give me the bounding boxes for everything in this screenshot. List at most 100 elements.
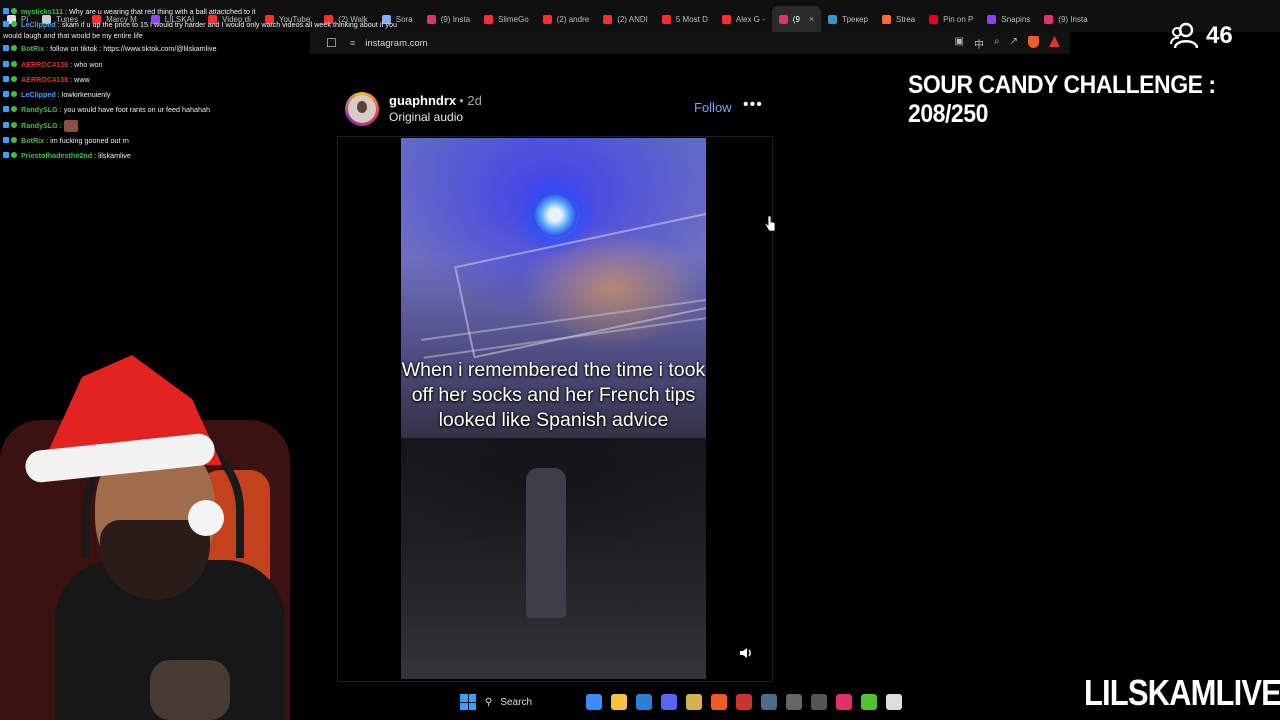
share-icon[interactable]: ↗ <box>1010 36 1018 51</box>
brave-shields-icon[interactable] <box>1028 36 1039 48</box>
browser-tab[interactable]: SlimeGo <box>477 6 536 32</box>
chat-badge-icon <box>3 87 21 102</box>
chat-text: skam if u up the price to 15 I would try… <box>3 20 397 41</box>
browser-tab-label: (9 <box>792 14 800 24</box>
mute-toggle-icon[interactable] <box>737 646 755 662</box>
chat-username[interactable]: BotRix <box>21 136 44 145</box>
browser-tab-label: (2) ANDI <box>617 14 648 24</box>
chat-username[interactable]: LeClipped <box>21 20 56 29</box>
zoom-icon[interactable]: ⌕ <box>994 36 1000 51</box>
browser-tab-label: Трекер <box>842 14 868 24</box>
chat-username[interactable]: RandySLG <box>21 105 58 114</box>
instagram-icon <box>778 14 788 24</box>
browser-tab[interactable]: (9 × <box>771 6 822 32</box>
browser-tab[interactable]: Strea <box>875 6 922 32</box>
browser-tab[interactable]: 5 Most D <box>655 6 715 32</box>
chat-message: AERROC4138 : who won <box>3 57 423 72</box>
chat-username[interactable]: Priestofhadesthe2nd <box>21 151 92 160</box>
youtube-icon <box>661 14 671 24</box>
chat-text: www <box>74 74 90 84</box>
chat-badge-icon <box>3 148 21 163</box>
youtube-icon <box>484 14 494 24</box>
chat-badge-icon <box>3 72 21 87</box>
browser-tab[interactable]: Alex G - <box>715 6 772 32</box>
chat-badge-icon <box>3 133 21 148</box>
search-icon: ⚲ <box>485 696 493 708</box>
4k-icon[interactable] <box>811 694 827 710</box>
chat-username[interactable]: AERROC4138 <box>21 75 68 84</box>
browser-tab[interactable]: (9) Insta <box>1037 6 1094 32</box>
reel-video[interactable]: When i remembered the time i took off he… <box>401 138 706 679</box>
chat-username[interactable]: LeClipped <box>21 90 56 99</box>
more-options-icon[interactable]: ••• <box>743 96 763 114</box>
post-age: • 2d <box>459 93 482 108</box>
shield-icon[interactable] <box>686 694 702 710</box>
close-tab-icon[interactable]: × <box>809 14 814 24</box>
address-bar[interactable]: ☐ ≡ instagram.com ▣ 中 ⌕ ↗ <box>310 32 1070 54</box>
file-explorer-icon[interactable] <box>611 694 627 710</box>
viewer-count-number: 46 <box>1206 22 1233 49</box>
copilot-icon[interactable] <box>586 694 602 710</box>
steam-icon[interactable] <box>761 694 777 710</box>
cast-icon[interactable]: ▣ <box>955 36 964 51</box>
browser-tab-label: (2) andre <box>556 14 590 24</box>
youtube-icon <box>721 14 731 24</box>
dancing-person <box>526 468 566 618</box>
youtube-icon <box>542 14 552 24</box>
browser-tab-label: Strea <box>896 14 916 24</box>
browser-tab[interactable]: Pin on P <box>922 6 980 32</box>
browser-tab[interactable]: Snapins <box>980 6 1037 32</box>
instagram-icon[interactable] <box>836 694 852 710</box>
chat-badge-icon <box>3 4 21 19</box>
browser-tab[interactable]: (9) Insta <box>420 6 477 32</box>
post-username-row: guaphndrx • 2d <box>389 93 482 108</box>
browser-tab[interactable]: (2) andre <box>536 6 596 32</box>
post-username[interactable]: guaphndrx <box>389 93 456 108</box>
tracker-icon <box>828 14 838 24</box>
avatar[interactable] <box>345 92 379 126</box>
webcam-feed <box>0 350 320 720</box>
chat-message: AERROC4138 : www <box>3 72 423 87</box>
chat-text: Why are u wearing that red thing with a … <box>68 7 256 16</box>
follow-button[interactable]: Follow <box>694 100 732 115</box>
chat-emote-icon <box>63 119 78 132</box>
chat-username[interactable]: AERROC4138 <box>21 60 68 69</box>
post-audio[interactable]: Original audio <box>389 110 463 124</box>
brave-icon[interactable] <box>711 694 727 710</box>
stage-light <box>533 193 577 237</box>
browser-tab[interactable]: (2) ANDI <box>596 6 655 32</box>
browser-tab-label: Alex G - <box>735 14 765 24</box>
taskbar-search[interactable]: ⚲ Search <box>485 691 577 713</box>
browser-tab-label: (9) Insta <box>1058 14 1088 24</box>
chat-badge-icon <box>3 57 21 72</box>
chat-badge-icon <box>3 19 21 30</box>
post-header: guaphndrx • 2d Original audio Follow ••• <box>345 90 770 130</box>
chat-username[interactable]: RandySLG <box>21 121 58 130</box>
chat-text: lilskamlive <box>98 151 131 161</box>
discord-icon[interactable] <box>661 694 677 710</box>
chat-text: you would have foot rants on ur feed hah… <box>63 105 211 115</box>
browser-tab-label: Pin on P <box>943 14 974 24</box>
viewer-count: 46 <box>1170 22 1233 50</box>
chat-text: im fucking gooned out rn <box>50 136 129 146</box>
chat-username[interactable]: mysticks111 <box>21 7 63 16</box>
challenge-counter: SOUR CANDY CHALLENGE : 208/250 <box>908 71 1216 128</box>
capcut-icon[interactable] <box>886 694 902 710</box>
browser-tab[interactable]: Трекер <box>821 6 875 32</box>
browser-tab-label: (9) Insta <box>440 14 471 24</box>
translate-icon[interactable]: 中 <box>974 36 984 51</box>
app-icon[interactable] <box>786 694 802 710</box>
instagram-icon <box>1044 14 1054 24</box>
chat-username[interactable]: BotRix <box>21 44 44 53</box>
chat-text: who won <box>74 59 103 69</box>
instagram-icon <box>426 14 436 24</box>
bluestacks-icon[interactable] <box>861 694 877 710</box>
browser-tab-label: 5 Most D <box>675 14 708 24</box>
chat-message: mysticks111 : Why are u wearing that red… <box>3 4 423 19</box>
obs-icon[interactable] <box>736 694 752 710</box>
chat-text: follow on tiktok : https://www.tiktok.co… <box>50 44 217 54</box>
windows-start-icon[interactable] <box>460 694 476 710</box>
taskbar-search-label: Search <box>500 696 533 708</box>
store-icon[interactable] <box>636 694 652 710</box>
brave-rewards-icon[interactable] <box>1049 36 1060 47</box>
